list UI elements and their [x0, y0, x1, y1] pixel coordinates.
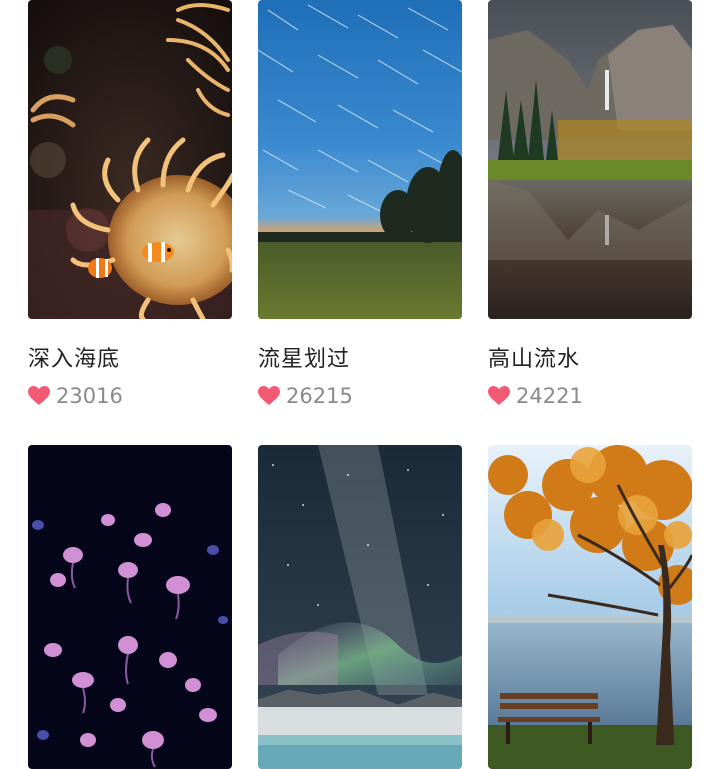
- like-count-value: 24221: [516, 384, 583, 408]
- wallpaper-title: 流星划过: [258, 347, 351, 372]
- autumn-tree-bench-image: [488, 445, 692, 769]
- like-count[interactable]: 24221: [488, 383, 583, 409]
- wallpaper-card[interactable]: [28, 445, 232, 769]
- wallpaper-grid: 深入海底 23016 流星划过 26215 高山流水 24221: [0, 0, 720, 769]
- wallpaper-title: 深入海底: [28, 347, 121, 372]
- wallpaper-thumbnail[interactable]: [258, 0, 462, 319]
- like-count[interactable]: 26215: [258, 383, 353, 409]
- wallpaper-card[interactable]: [488, 445, 692, 769]
- undersea-anemone-image: [28, 0, 232, 319]
- like-count-value: 26215: [286, 384, 353, 408]
- mountain-lake-image: [488, 0, 692, 319]
- wallpaper-thumbnail[interactable]: [488, 0, 692, 319]
- wallpaper-thumbnail[interactable]: [258, 445, 462, 769]
- star-trails-image: [258, 0, 462, 319]
- wallpaper-title: 高山流水: [488, 347, 581, 372]
- wallpaper-card[interactable]: 高山流水 24221: [488, 0, 692, 408]
- milky-way-aurora-image: [258, 445, 462, 769]
- wallpaper-card[interactable]: [258, 445, 462, 769]
- jellyfish-image: [28, 445, 232, 769]
- like-count-value: 23016: [56, 384, 123, 408]
- wallpaper-card[interactable]: 深入海底 23016: [28, 0, 232, 408]
- heart-icon[interactable]: [258, 386, 280, 406]
- wallpaper-thumbnail[interactable]: [28, 445, 232, 769]
- heart-icon[interactable]: [488, 386, 510, 406]
- wallpaper-thumbnail[interactable]: [488, 445, 692, 769]
- like-count[interactable]: 23016: [28, 383, 123, 409]
- wallpaper-card[interactable]: 流星划过 26215: [258, 0, 462, 408]
- wallpaper-thumbnail[interactable]: [28, 0, 232, 319]
- heart-icon[interactable]: [28, 386, 50, 406]
